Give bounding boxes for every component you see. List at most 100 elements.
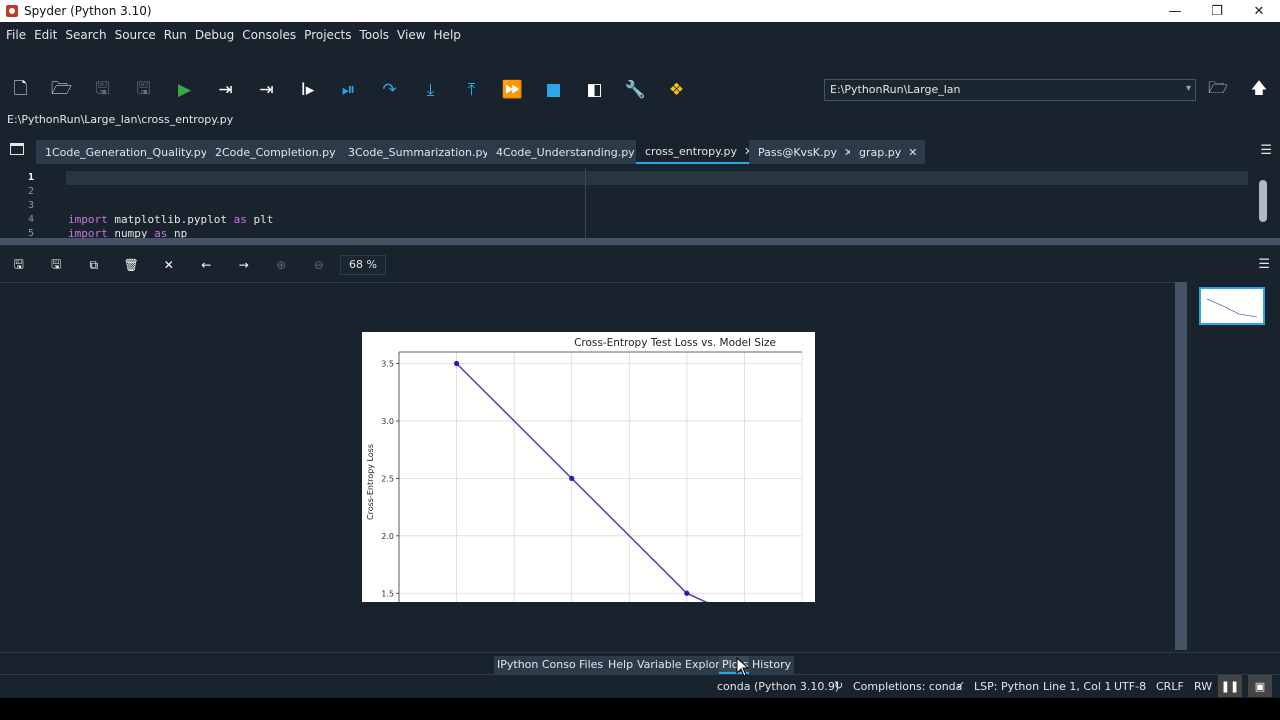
pause-icon[interactable]: ❚❚ (1218, 675, 1242, 697)
minimize-button[interactable]: — (1154, 4, 1196, 19)
menu-help[interactable]: Help (434, 28, 461, 42)
window-title: Spyder (Python 3.10) (24, 4, 152, 18)
module-name: matplotlib.pyplot (107, 213, 234, 226)
save-all-icon[interactable]: 🖫 (123, 75, 164, 105)
tab-2code-completion[interactable]: 2Code_Completion.py✕ (206, 140, 360, 164)
working-directory-text: E:\PythonRun\Large_lan (830, 83, 961, 96)
browse-tabs-icon[interactable] (10, 143, 24, 155)
line-number: 2 (28, 186, 35, 197)
code-line-5: import numpy as np (68, 227, 187, 238)
thumbnail-preview (1206, 298, 1258, 318)
menu-bar: File Edit Search Source Run Debug Consol… (0, 24, 1280, 46)
menu-file[interactable]: File (6, 28, 26, 42)
working-directory-combobox[interactable]: E:\PythonRun\Large_lan ▾ (824, 79, 1196, 101)
step-return-icon[interactable]: ⤒ (451, 75, 492, 105)
tab-1code-generation-quality[interactable]: 1Code_Generation_Quality.py✕ (36, 140, 232, 164)
tab-4code-understanding[interactable]: 4Code_Understanding.py✕ (487, 140, 659, 164)
title-bar: Spyder (Python 3.10) — ❐ ✕ (0, 0, 1280, 22)
continue-icon[interactable]: ⏩ (492, 75, 533, 105)
run-file-icon[interactable]: ▶ (164, 75, 205, 105)
editor-file-path: E:\PythonRun\Large_lan\cross_entropy.py (7, 113, 234, 126)
parent-directory-icon[interactable]: 🡅 (1244, 75, 1274, 105)
close-icon[interactable]: ✕ (908, 146, 917, 159)
tab-grap[interactable]: grap.py ✕ (850, 140, 926, 164)
editor-scrollbar[interactable] (1258, 170, 1268, 236)
step-over-icon[interactable]: ↷ (369, 75, 410, 105)
scrollbar-thumb[interactable] (1259, 180, 1267, 222)
picture-in-picture-icon[interactable]: ▣ (1248, 675, 1272, 697)
zoom-out-icon[interactable]: ⊖ (300, 258, 338, 272)
y-tick-label: 3.5 (381, 359, 394, 368)
open-file-icon[interactable]: 🗁 (41, 75, 82, 105)
data-point (453, 360, 460, 367)
run-cell-icon[interactable]: ⇥ (205, 75, 246, 105)
line-number: 3 (28, 200, 35, 211)
run-selection-icon[interactable]: I▸ (287, 75, 328, 105)
series-line (456, 362, 708, 602)
menu-projects[interactable]: Projects (304, 28, 351, 42)
keyword: import (68, 213, 108, 226)
plot-figure: Cross-Entropy Test Loss vs. Model Size 3.… (362, 332, 815, 602)
maximize-button[interactable]: ❐ (1196, 4, 1238, 19)
debug-file-icon[interactable]: ⏯ (328, 75, 369, 105)
remove-plot-icon[interactable]: 🗑 (113, 258, 151, 272)
save-plot-icon[interactable]: 🖫 (0, 255, 38, 276)
spyder-app-icon (6, 5, 18, 17)
tab-ipython-console[interactable]: IPython Console (494, 656, 589, 674)
browse-directory-icon[interactable]: 🗁 (1203, 75, 1233, 105)
python-path-icon[interactable]: ❖ (656, 75, 697, 105)
copy-plot-icon[interactable]: ⧉ (75, 258, 113, 273)
menu-source[interactable]: Source (115, 28, 156, 42)
code-line-4: import matplotlib.pyplot as plt (68, 213, 273, 226)
tab-help[interactable]: Help (605, 656, 637, 674)
hamburger-menu-icon[interactable]: ☰ (1260, 143, 1272, 158)
menu-tools[interactable]: Tools (359, 28, 389, 42)
close-button[interactable]: ✕ (1238, 4, 1280, 19)
save-file-icon[interactable]: 🖫 (82, 75, 123, 105)
remove-all-plots-icon[interactable]: ✕ (150, 258, 188, 272)
save-all-plots-icon[interactable]: 🖫 (38, 255, 76, 276)
menu-consoles[interactable]: Consoles (242, 28, 296, 42)
previous-plot-icon[interactable]: ← (188, 258, 226, 272)
menu-view[interactable]: View (397, 28, 425, 42)
menu-run[interactable]: Run (164, 28, 187, 42)
alias-name: np (167, 227, 188, 238)
pane-splitter[interactable] (0, 238, 1280, 245)
line-number: 5 (28, 228, 35, 238)
new-file-icon[interactable]: 🗋 (0, 75, 41, 105)
status-cursor-position: Line 1, Col 1 (1043, 680, 1112, 693)
tab-cross-entropy[interactable]: cross_entropy.py✕ (636, 140, 762, 164)
tab-pass-at-k[interactable]: Pass@KvsK.py ✕ (749, 140, 862, 164)
keyword: as (233, 213, 247, 226)
zoom-level[interactable]: 68 % (340, 255, 386, 275)
menu-edit[interactable]: Edit (34, 28, 57, 42)
next-plot-icon[interactable]: → (225, 258, 263, 272)
status-lsp: LSP: Python (974, 680, 1040, 693)
maximize-pane-icon[interactable]: ◧ (574, 75, 615, 105)
preferences-wrench-icon[interactable]: 🔧 (615, 75, 656, 105)
line-number: 1 (28, 172, 35, 183)
menu-search[interactable]: Search (65, 28, 106, 42)
alias-name: plt (246, 213, 274, 226)
zoom-in-icon[interactable]: ⊕ (263, 258, 301, 272)
menu-debug[interactable]: Debug (195, 28, 234, 42)
cross-entropy-chart: Cross-Entropy Test Loss vs. Model Size 3.… (366, 337, 803, 602)
chevron-down-icon[interactable]: ▾ (1186, 83, 1191, 94)
check-icon: ✓ (956, 679, 966, 692)
tab-label: 4Code_Understanding.py (496, 145, 635, 159)
completions-status-icon: ↻ (834, 679, 844, 692)
hamburger-menu-icon[interactable]: ☰ (1258, 257, 1270, 272)
tab-label: 1Code_Generation_Quality.py (45, 145, 208, 159)
plot-thumbnail-splitter[interactable] (1175, 282, 1187, 650)
plot-thumbnail[interactable] (1199, 287, 1265, 325)
code-editor[interactable]: 1 2 3 4 5 import matplotlib.pyplot as pl… (0, 168, 1280, 238)
step-into-icon[interactable]: ⤓ (410, 75, 451, 105)
y-tick-label: 1.5 (381, 589, 394, 598)
tab-label: Pass@KvsK.py (758, 145, 837, 159)
tab-files[interactable]: Files (576, 656, 607, 674)
module-name: numpy (107, 227, 155, 238)
run-cell-advance-icon[interactable]: ⇥ (246, 75, 287, 105)
status-environment[interactable]: conda (Python 3.10.9) (717, 680, 839, 693)
tab-history[interactable]: History (749, 656, 795, 674)
stop-debug-icon[interactable]: ■ (533, 75, 574, 105)
